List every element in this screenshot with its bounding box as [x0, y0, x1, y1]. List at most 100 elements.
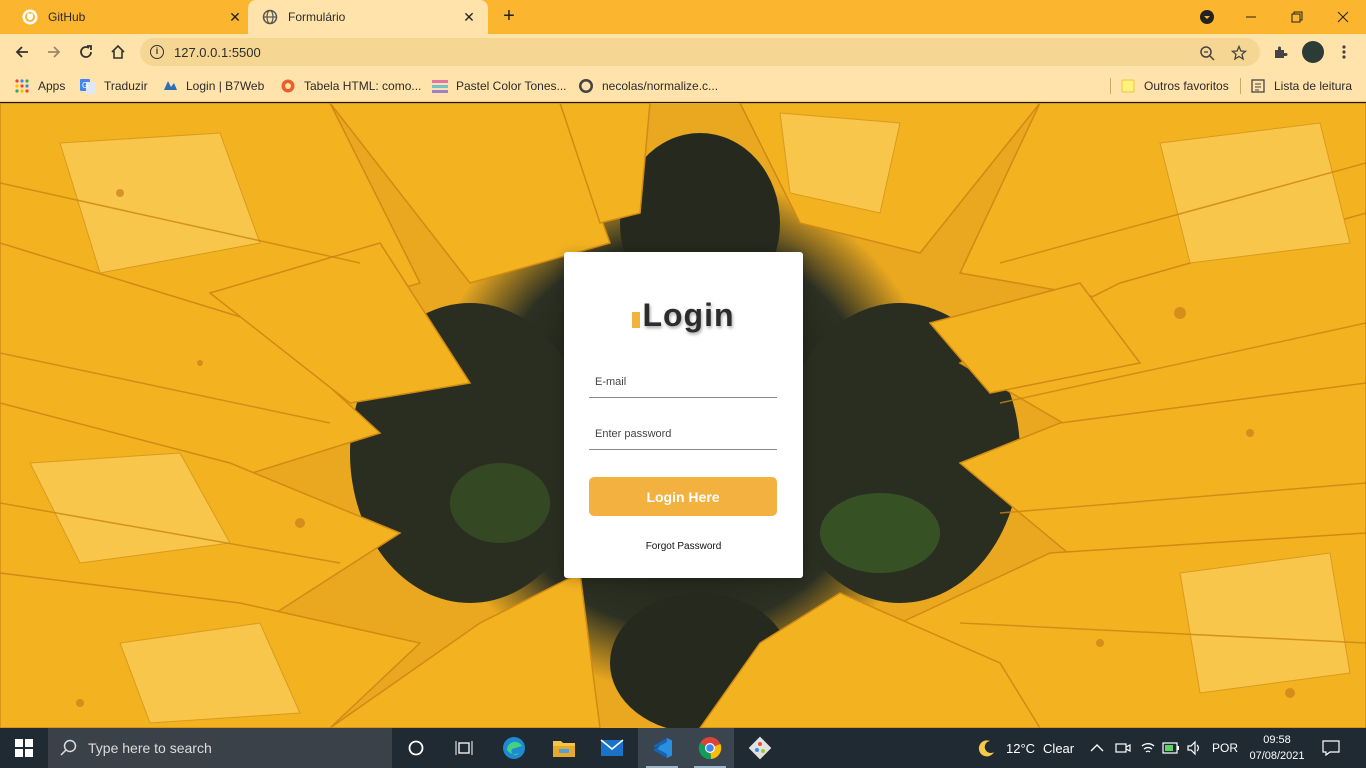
- minimize-button[interactable]: [1228, 0, 1274, 34]
- bookmark-traduzir[interactable]: G Traduzir: [80, 76, 148, 96]
- info-icon[interactable]: i: [150, 45, 164, 59]
- github-icon: [22, 9, 38, 25]
- close-window-button[interactable]: [1320, 0, 1366, 34]
- folder-icon: [1120, 78, 1136, 94]
- tab-formulario[interactable]: Formulário ✕: [248, 0, 488, 34]
- start-button[interactable]: [0, 728, 48, 768]
- mail-app[interactable]: [588, 728, 636, 768]
- bookmark-apps[interactable]: Apps: [14, 76, 65, 96]
- vscode-icon: [653, 738, 672, 758]
- chevron-down-icon: [1200, 10, 1214, 24]
- cortana-button[interactable]: [392, 728, 440, 768]
- minimize-icon: [1246, 16, 1256, 18]
- bookmark-label: Login | B7Web: [186, 79, 265, 93]
- search-icon: [60, 739, 77, 756]
- palette-icon: [432, 78, 448, 94]
- bookmark-label: Traduzir: [104, 79, 148, 93]
- reload-button[interactable]: [72, 38, 100, 66]
- github-icon: [578, 78, 594, 94]
- menu-kebab-icon[interactable]: [1334, 42, 1354, 62]
- task-view-icon: [455, 741, 473, 755]
- system-clock[interactable]: 09:58 07/08/2021: [1242, 732, 1312, 764]
- battery-icon: [1162, 742, 1179, 754]
- moon-icon: [978, 740, 994, 757]
- reload-icon: [80, 45, 92, 58]
- battery-button[interactable]: [1162, 728, 1180, 768]
- zoom-icon[interactable]: [1198, 44, 1216, 62]
- url-text: 127.0.0.1:5500: [174, 45, 261, 60]
- login-button[interactable]: Login Here: [589, 477, 777, 516]
- email-field[interactable]: [589, 366, 777, 398]
- bookmark-label: Pastel Color Tones...: [456, 79, 567, 93]
- new-tab-button[interactable]: +: [498, 6, 520, 28]
- bookmark-label: Tabela HTML: como...: [304, 79, 422, 93]
- globe-icon: [262, 9, 278, 25]
- camera-icon: [1115, 743, 1131, 753]
- close-tab-icon[interactable]: ✕: [226, 8, 244, 26]
- home-button[interactable]: [104, 38, 132, 66]
- tab-search-button[interactable]: [1184, 0, 1230, 34]
- tab-label: Formulário: [288, 10, 346, 24]
- bookmark-pastel-colors[interactable]: Pastel Color Tones...: [432, 76, 567, 96]
- back-button[interactable]: [8, 38, 36, 66]
- language-indicator[interactable]: POR: [1212, 728, 1238, 768]
- chevron-up-icon: [1090, 744, 1104, 752]
- bookmark-divider: [1240, 78, 1241, 94]
- close-icon: [1337, 11, 1349, 23]
- bookmark-outros-favoritos[interactable]: Outros favoritos: [1120, 76, 1229, 96]
- bookmark-label: Outros favoritos: [1144, 79, 1229, 93]
- meet-now-button[interactable]: [1115, 728, 1131, 768]
- close-tab-icon[interactable]: ✕: [460, 8, 478, 26]
- login-title-text: Login: [642, 297, 735, 333]
- mail-icon: [600, 739, 624, 756]
- weather-widget[interactable]: 12°C Clear: [976, 728, 1074, 768]
- git-app[interactable]: [736, 728, 784, 768]
- file-explorer-app[interactable]: [540, 728, 588, 768]
- restore-button[interactable]: [1274, 0, 1320, 34]
- browser-titlebar: GitHub ✕ Formulário ✕ +: [0, 0, 1366, 34]
- html-site-icon: [280, 78, 296, 94]
- avatar[interactable]: [1302, 41, 1324, 63]
- bookmark-normalize[interactable]: necolas/normalize.c...: [578, 76, 718, 96]
- chrome-icon: [698, 737, 722, 760]
- weather-temp: 12°C: [1006, 740, 1036, 756]
- bookmark-tabela-html[interactable]: Tabela HTML: como...: [280, 76, 421, 96]
- tab-github[interactable]: GitHub ✕: [8, 0, 254, 34]
- forward-button[interactable]: [40, 38, 68, 66]
- address-bar[interactable]: i 127.0.0.1:5500: [140, 38, 1260, 66]
- notification-icon: [1322, 740, 1340, 756]
- show-hidden-icons-button[interactable]: [1090, 728, 1104, 768]
- forgot-password-link[interactable]: Forgot Password: [564, 541, 803, 552]
- edge-icon: [503, 737, 525, 759]
- bookmark-label: Apps: [38, 79, 66, 93]
- page-content: Login Login Here Forgot Password: [0, 103, 1366, 728]
- volume-button[interactable]: [1186, 728, 1202, 768]
- folder-icon: [553, 741, 575, 757]
- reading-list-button[interactable]: Lista de leitura: [1250, 76, 1352, 96]
- extensions-icon[interactable]: [1270, 42, 1290, 62]
- arrow-left-icon: [15, 46, 28, 58]
- tab-label: GitHub: [48, 10, 86, 24]
- taskbar-search[interactable]: Type here to search: [48, 728, 392, 768]
- chrome-app[interactable]: [686, 728, 734, 768]
- notifications-button[interactable]: [1322, 728, 1340, 768]
- arrow-right-icon: [48, 46, 61, 58]
- edge-app[interactable]: [490, 728, 538, 768]
- task-view-button[interactable]: [440, 728, 488, 768]
- star-bookmark-icon[interactable]: [1230, 44, 1248, 62]
- bookmark-label: Lista de leitura: [1274, 79, 1353, 93]
- vscode-app[interactable]: [638, 728, 686, 768]
- login-title: Login: [564, 297, 803, 334]
- bookmark-b7web[interactable]: Login | B7Web: [162, 76, 264, 96]
- b7web-icon: [162, 78, 178, 94]
- password-field[interactable]: [589, 418, 777, 450]
- network-button[interactable]: [1140, 728, 1156, 768]
- git-icon: [748, 736, 772, 760]
- language-label: POR: [1212, 741, 1239, 755]
- speaker-icon: [1187, 740, 1199, 756]
- bookmark-label: necolas/normalize.c...: [602, 79, 719, 93]
- bookmarks-bar: Apps G Traduzir Login | B7Web Tabela HTM…: [0, 70, 1366, 102]
- browser-toolbar: i 127.0.0.1:5500: [0, 34, 1366, 70]
- windows-taskbar: Type here to search 12°C Clear POR 09:58…: [0, 728, 1366, 768]
- bookmark-divider: [1110, 78, 1111, 94]
